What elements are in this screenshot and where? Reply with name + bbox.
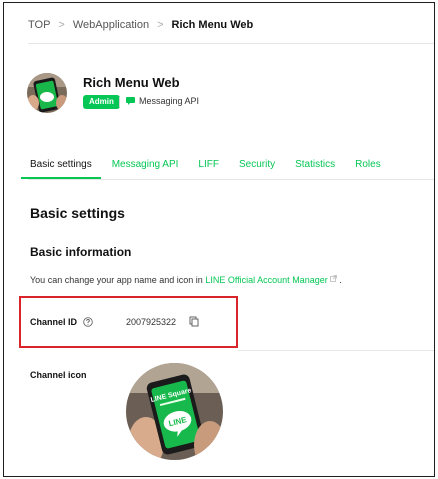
tab-basic-settings[interactable]: Basic settings	[21, 153, 101, 179]
breadcrumb-separator: >	[157, 19, 164, 31]
tab-bar: Basic settings Messaging API LIFF Securi…	[21, 153, 401, 179]
subsection-title: Basic information	[30, 245, 132, 259]
breadcrumb-current: Rich Menu Web	[171, 19, 254, 31]
link-text: LINE Official Account Manager	[205, 275, 328, 285]
official-account-manager-link[interactable]: LINE Official Account Manager	[205, 275, 337, 285]
tab-roles[interactable]: Roles	[355, 153, 381, 179]
channel-icon-label: Channel icon	[30, 370, 87, 380]
description-text: You can change your app name and icon in	[30, 275, 206, 285]
channel-id-highlight	[19, 296, 238, 348]
channel-name: Rich Menu Web	[83, 75, 180, 90]
channel-avatar-image	[27, 73, 67, 113]
channel-avatar	[27, 73, 67, 113]
description: You can change your app name and icon in…	[30, 275, 342, 285]
breadcrumb: TOP > WebApplication > Rich Menu Web	[28, 19, 253, 31]
section-title: Basic settings	[30, 205, 125, 221]
channel-icon-graphic: LINE Square LINE	[126, 363, 223, 460]
tab-messaging-api[interactable]: Messaging API	[112, 153, 179, 179]
role-badge: Admin	[83, 95, 120, 109]
app-frame: TOP > WebApplication > Rich Menu Web Ric…	[3, 2, 435, 477]
tabs-divider	[28, 179, 434, 180]
badge-divider	[119, 97, 120, 107]
chat-bubble-icon	[126, 97, 135, 105]
channel-icon-image: LINE Square LINE	[126, 363, 223, 460]
external-link-icon	[329, 275, 337, 282]
breadcrumb-webapplication[interactable]: WebApplication	[73, 19, 149, 31]
tab-statistics[interactable]: Statistics	[295, 153, 335, 179]
row-divider	[238, 350, 434, 351]
description-suffix: .	[336, 275, 342, 285]
tab-security[interactable]: Security	[239, 153, 275, 179]
tab-liff[interactable]: LIFF	[198, 153, 219, 179]
breadcrumb-top[interactable]: TOP	[28, 19, 50, 31]
channel-type: Messaging API	[139, 96, 200, 106]
header-divider	[28, 43, 434, 44]
breadcrumb-separator: >	[58, 19, 65, 31]
